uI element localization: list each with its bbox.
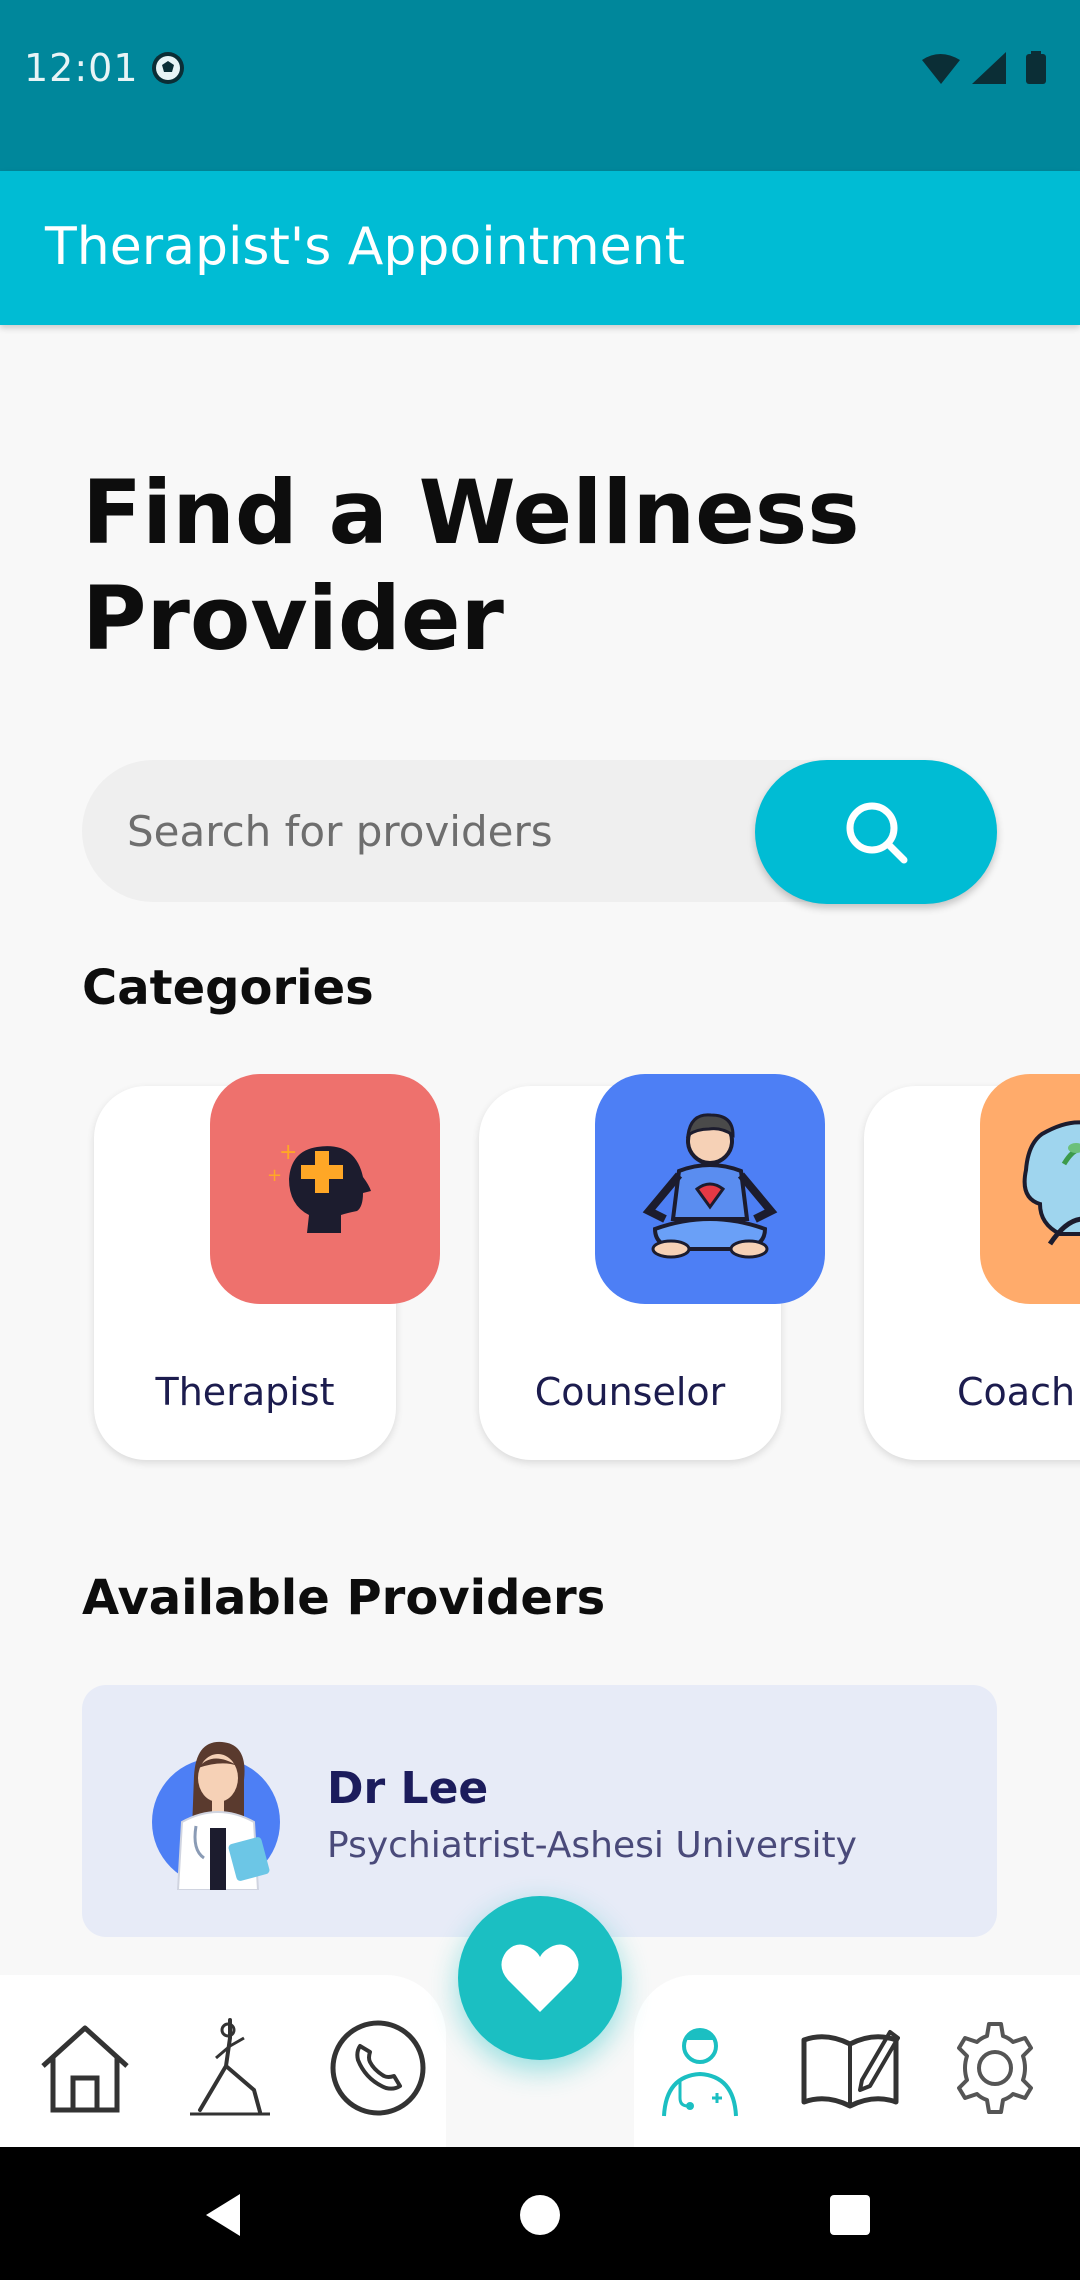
category-label-counselor: Counselor xyxy=(534,1370,726,1414)
categories-list: + + Therapist Counselor Coach xyxy=(0,1070,1080,1470)
recents-icon xyxy=(830,2195,870,2235)
svg-text:+: + xyxy=(267,1165,282,1186)
favorites-fab[interactable] xyxy=(458,1896,622,2060)
nav-journal[interactable] xyxy=(795,2013,905,2123)
doctor-avatar xyxy=(152,1741,280,1890)
category-label-therapist: Therapist xyxy=(155,1370,335,1414)
mind-growth-icon xyxy=(1022,1120,1080,1246)
wifi-icon xyxy=(922,54,960,84)
provider-name: Dr Lee xyxy=(327,1763,489,1814)
provider-role: Psychiatrist-Ashesi University xyxy=(327,1825,857,1866)
status-icons xyxy=(922,51,1046,84)
app-title: Therapist's Appointment xyxy=(45,217,685,277)
phone-icon xyxy=(330,2020,426,2116)
page-heading: Find a Wellness Provider xyxy=(82,461,860,670)
nav-doctor[interactable] xyxy=(645,2013,755,2123)
yoga-icon xyxy=(190,2018,270,2116)
back-icon xyxy=(206,2194,240,2236)
journal-icon xyxy=(801,2030,900,2109)
providers-title: Available Providers xyxy=(82,1570,606,1626)
categories-title: Categories xyxy=(82,960,374,1016)
home-circle-icon xyxy=(520,2195,560,2235)
settings-icon xyxy=(957,2022,1033,2114)
category-label-coach: Coach xyxy=(957,1370,1076,1414)
soccer-ball-icon xyxy=(152,52,184,84)
head-medical-icon: + + xyxy=(267,1140,371,1233)
nav-settings[interactable] xyxy=(940,2013,1050,2123)
status-time: 12:01 xyxy=(24,46,139,90)
signal-icon xyxy=(972,52,1006,84)
system-recents-button[interactable] xyxy=(820,2185,880,2245)
category-icon-coach[interactable] xyxy=(980,1074,1080,1304)
heart-icon xyxy=(501,1944,579,2012)
search-input[interactable] xyxy=(127,760,767,902)
app-bar: Therapist's Appointment xyxy=(0,171,1080,325)
search-button[interactable] xyxy=(755,760,997,904)
category-icon-counselor[interactable] xyxy=(595,1074,825,1304)
meditation-icon xyxy=(642,1113,778,1259)
nav-yoga[interactable] xyxy=(175,2013,285,2123)
category-icon-therapist[interactable]: + + xyxy=(210,1074,440,1304)
system-back-button[interactable] xyxy=(195,2185,255,2245)
home-icon xyxy=(41,2025,129,2113)
nav-phone[interactable] xyxy=(323,2013,433,2123)
nav-home[interactable] xyxy=(30,2013,140,2123)
svg-text:+: + xyxy=(279,1140,297,1165)
search-icon xyxy=(846,802,908,864)
system-home-button[interactable] xyxy=(510,2185,570,2245)
doctor-icon xyxy=(662,2028,738,2117)
status-bar: 12:01 xyxy=(0,0,1080,171)
battery-icon xyxy=(1026,54,1046,84)
system-nav-bar xyxy=(0,2147,1080,2280)
